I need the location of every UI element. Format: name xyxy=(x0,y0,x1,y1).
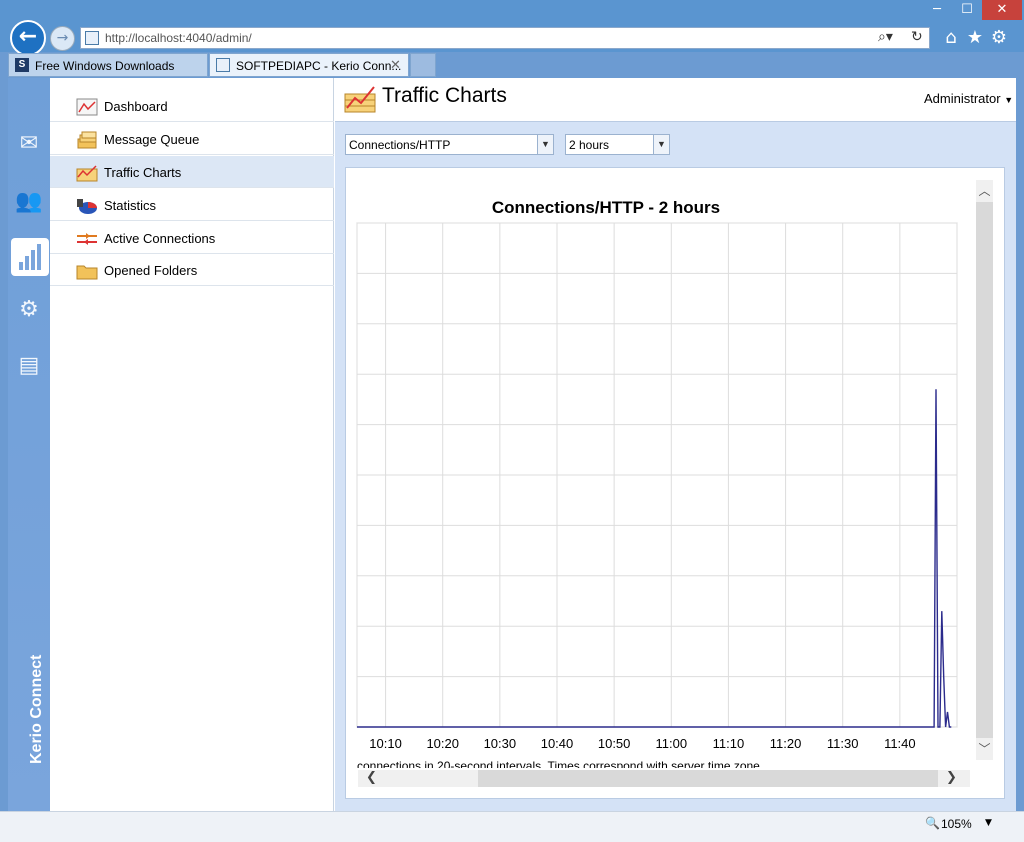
arrow-right-icon: → xyxy=(56,30,69,46)
nav-label: Dashboard xyxy=(104,99,168,114)
back-button[interactable]: ← xyxy=(10,20,46,56)
address-bar[interactable]: http://localhost:4040/admin/ ⌕▾ ↻ xyxy=(80,27,930,49)
folder-icon xyxy=(76,265,98,280)
message-queue-icon xyxy=(77,131,97,149)
x-tick-label: 11:30 xyxy=(827,736,859,751)
gear-icon[interactable]: ⚙ xyxy=(988,27,1010,49)
scroll-thumb[interactable] xyxy=(478,770,938,787)
refresh-icon[interactable]: ↻ xyxy=(911,29,923,45)
metric-select-value: Connections/HTTP xyxy=(349,138,451,152)
section-icon-bar: ✉ 👥 ⚙ ▤ Kerio Connect xyxy=(8,78,50,811)
status-bar: 🔍 105% ▼ xyxy=(0,811,1024,842)
nav-item-traffic-charts[interactable]: Traffic Charts xyxy=(50,156,334,188)
chart-frame: Connections/HTTP - 2 hours 10:10 10:20 10:… xyxy=(345,167,1005,799)
traffic-charts-icon xyxy=(76,165,98,182)
chevron-down-icon: ▼ xyxy=(1004,95,1014,105)
address-text[interactable]: http://localhost:4040/admin/ xyxy=(105,31,252,45)
chevron-down-icon[interactable]: ▼ xyxy=(537,135,553,154)
nav-label: Traffic Charts xyxy=(104,165,182,180)
kerio-admin-page: ✉ 👥 ⚙ ▤ Kerio Connect Dashboard Message … xyxy=(8,78,1016,811)
zoom-level[interactable]: 105% xyxy=(941,817,972,831)
softpedia-logo-icon: S xyxy=(15,58,29,72)
tab-free-windows-downloads[interactable]: S Free Windows Downloads xyxy=(8,53,208,77)
zoom-icon[interactable]: 🔍 xyxy=(925,816,940,830)
page-title: Traffic Charts xyxy=(382,84,507,107)
traffic-charts-icon xyxy=(344,86,376,113)
scroll-down-icon[interactable]: ﹀ xyxy=(976,738,993,760)
brand-text: Kerio Connect xyxy=(28,654,45,764)
new-tab-button[interactable] xyxy=(410,53,436,77)
nav-label: Active Connections xyxy=(104,231,216,246)
nav-item-dashboard[interactable]: Dashboard xyxy=(50,90,334,122)
chart-title: Connections/HTTP - 2 hours xyxy=(492,198,720,217)
nav-panel: Dashboard Message Queue Traffic Charts S… xyxy=(50,78,334,811)
tab-kerio-connect[interactable]: SOFTPEDIAPC - Kerio Conn... ✕ xyxy=(209,53,409,77)
scroll-left-icon[interactable]: ❮ xyxy=(366,770,377,785)
minimize-button[interactable]: ─ xyxy=(922,0,952,20)
traffic-chart: Connections/HTTP - 2 hours 10:10 10:20 10:… xyxy=(356,198,958,768)
x-tick-label: 10:50 xyxy=(598,736,631,751)
search-icon[interactable]: ⌕▾ xyxy=(878,29,893,45)
user-menu[interactable]: Administrator ▼ xyxy=(924,91,1013,106)
nav-label: Message Queue xyxy=(104,132,200,147)
close-window-button[interactable]: ✕ xyxy=(982,0,1022,20)
nav-item-active-connections[interactable]: Active Connections xyxy=(50,222,334,254)
mail-icon[interactable]: ✉ xyxy=(13,126,45,162)
tab-label: Free Windows Downloads xyxy=(35,59,175,73)
documents-icon[interactable]: ▤ xyxy=(13,348,45,384)
scroll-up-icon[interactable]: ︿ xyxy=(976,180,993,202)
users-icon[interactable]: 👥 xyxy=(13,184,45,220)
x-tick-label: 11:10 xyxy=(713,736,745,751)
maximize-button[interactable]: ☐ xyxy=(952,0,982,20)
x-tick-label: 10:20 xyxy=(426,736,459,751)
content-header: Traffic Charts Administrator ▼ xyxy=(335,78,1016,122)
forward-button[interactable]: → xyxy=(50,26,75,51)
home-icon[interactable]: ⌂ xyxy=(940,27,962,49)
connections-icon xyxy=(77,233,97,245)
x-tick-label: 10:10 xyxy=(369,736,402,751)
vertical-scrollbar[interactable]: ︿ ﹀ xyxy=(976,180,993,760)
content-area: Traffic Charts Administrator ▼ Connectio… xyxy=(335,78,1016,811)
dashboard-icon xyxy=(76,98,98,116)
time-range-select[interactable]: 2 hours ▼ xyxy=(565,134,670,155)
x-tick-label: 11:00 xyxy=(655,736,687,751)
statistics-icon[interactable] xyxy=(11,238,49,276)
chevron-down-icon[interactable]: ▼ xyxy=(653,135,669,154)
horizontal-scrollbar[interactable]: ❮ ❯ xyxy=(358,770,970,787)
nav-item-statistics[interactable]: Statistics xyxy=(50,189,334,221)
user-menu-label: Administrator xyxy=(924,91,1001,106)
tab-label: SOFTPEDIAPC - Kerio Conn... xyxy=(236,59,402,73)
close-tab-icon[interactable]: ✕ xyxy=(390,54,401,76)
tab-bar: S Free Windows Downloads SOFTPEDIAPC - K… xyxy=(0,53,1024,77)
site-icon xyxy=(216,58,230,72)
favorites-star-icon[interactable]: ★ xyxy=(964,27,986,49)
statistics-pie-icon xyxy=(77,199,97,214)
nav-label: Statistics xyxy=(104,198,157,213)
nav-label: Opened Folders xyxy=(104,263,198,278)
time-range-select-value: 2 hours xyxy=(569,138,610,152)
chart-caption: connections in 20-second intervals. Time… xyxy=(357,759,763,768)
metric-select[interactable]: Connections/HTTP ▼ xyxy=(345,134,554,155)
nav-item-message-queue[interactable]: Message Queue xyxy=(50,123,334,155)
arrow-left-icon: ← xyxy=(18,24,38,49)
site-icon xyxy=(85,31,99,45)
nav-item-opened-folders[interactable]: Opened Folders xyxy=(50,254,334,286)
x-tick-label: 11:40 xyxy=(884,736,916,751)
brand: Kerio Connect xyxy=(10,638,46,768)
scroll-right-icon[interactable]: ❯ xyxy=(946,770,957,785)
x-tick-label: 11:20 xyxy=(770,736,802,751)
settings-icon[interactable]: ⚙ xyxy=(13,292,45,328)
x-tick-label: 10:30 xyxy=(484,736,517,751)
x-tick-label: 10:40 xyxy=(541,736,574,751)
chevron-down-icon[interactable]: ▼ xyxy=(985,818,992,828)
